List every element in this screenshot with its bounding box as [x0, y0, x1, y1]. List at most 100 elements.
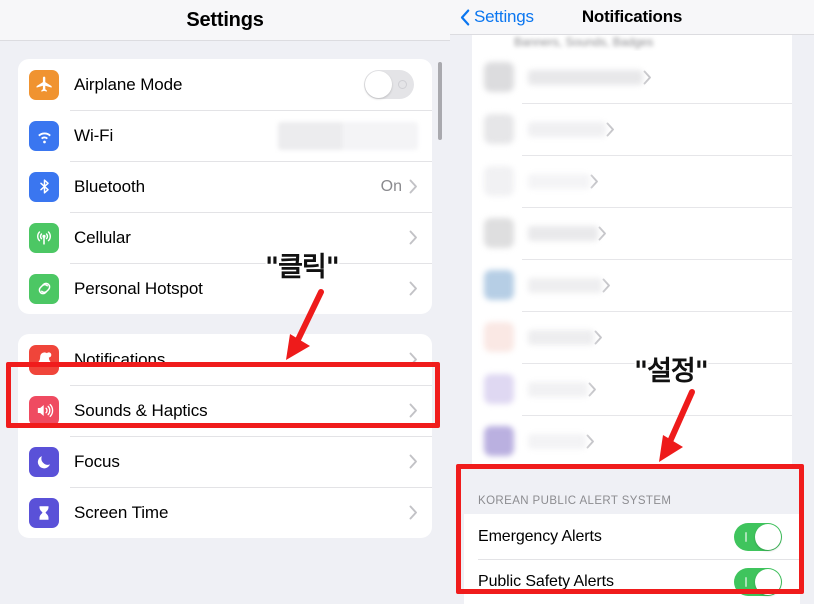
- right-body: Banners, Sounds, Badges: [450, 35, 814, 467]
- app-label-redacted: [528, 173, 590, 189]
- app-icon-redacted: [484, 218, 514, 248]
- chevron-right-icon: [598, 226, 607, 241]
- korean-public-alert-section: KOREAN PUBLIC ALERT SYSTEM Emergency Ale…: [464, 483, 800, 604]
- emergency-alerts-row[interactable]: Emergency Alerts: [464, 514, 800, 559]
- list-item[interactable]: [472, 259, 792, 311]
- chevron-right-icon: [590, 174, 599, 189]
- sidebar-item-notifications[interactable]: Notifications: [18, 334, 432, 385]
- vertical-scrollbar[interactable]: [438, 62, 442, 140]
- sidebar-item-label: Airplane Mode: [74, 74, 183, 94]
- hotspot-icon: [29, 273, 59, 304]
- list-item[interactable]: [472, 155, 792, 207]
- app-icon-redacted: [484, 374, 514, 404]
- toggle-bar: [745, 576, 747, 587]
- airplane-icon: [29, 69, 59, 100]
- speaker-icon: [29, 395, 59, 426]
- settings-list-pane: Settings Airplane Mode Wi-Fi Bluetooth O…: [0, 0, 450, 604]
- left-header: Settings: [0, 0, 450, 41]
- cellular-icon: [29, 222, 59, 253]
- sidebar-item-label: Focus: [74, 451, 120, 471]
- toggle-knob: [755, 523, 781, 550]
- app-icon-redacted: [484, 322, 514, 352]
- notifications-detail-pane: Settings Notifications Banners, Sounds, …: [450, 0, 814, 604]
- sidebar-item-label: Bluetooth: [74, 176, 145, 196]
- list-item[interactable]: [472, 415, 792, 467]
- sidebar-item-cellular[interactable]: Cellular: [18, 212, 432, 263]
- sidebar-item-focus[interactable]: Focus: [18, 436, 432, 487]
- sidebar-item-sounds-haptics[interactable]: Sounds & Haptics: [18, 385, 432, 436]
- app-icon-redacted: [484, 166, 514, 196]
- right-header: Settings Notifications: [450, 0, 814, 35]
- app-label-redacted: [528, 225, 598, 241]
- bluetooth-icon: [29, 171, 59, 202]
- app-label-redacted: [528, 69, 643, 85]
- app-icon-redacted: [484, 114, 514, 144]
- app-icon-redacted: [484, 270, 514, 300]
- left-body: Airplane Mode Wi-Fi Bluetooth On Cellula…: [0, 41, 450, 538]
- list-item[interactable]: [472, 207, 792, 259]
- public-safety-alerts-row[interactable]: Public Safety Alerts: [464, 559, 800, 604]
- toggle-ring: [398, 80, 407, 89]
- sidebar-item-label: Personal Hotspot: [74, 278, 203, 298]
- chevron-right-icon: [594, 330, 603, 345]
- app-icon-redacted: [484, 62, 514, 92]
- sidebar-item-personal-hotspot[interactable]: Personal Hotspot: [18, 263, 432, 314]
- app-label-redacted: [528, 277, 602, 293]
- sidebar-item-label: Screen Time: [74, 502, 169, 522]
- list-item[interactable]: [472, 103, 792, 155]
- section-header: KOREAN PUBLIC ALERT SYSTEM: [478, 495, 672, 507]
- chevron-right-icon: [409, 281, 418, 296]
- chevron-right-icon: [606, 122, 615, 137]
- chevron-left-icon: [460, 9, 470, 26]
- cut-off-subtitle: Banners, Sounds, Badges: [514, 35, 654, 49]
- back-button-label: Settings: [474, 7, 534, 26]
- sidebar-item-screen-time[interactable]: Screen Time: [18, 487, 432, 538]
- annotation-click-label: "클릭": [263, 250, 342, 285]
- chevron-right-icon: [409, 454, 418, 469]
- app-label-redacted: [528, 381, 588, 397]
- app-icon-redacted: [484, 426, 514, 456]
- airplane-mode-toggle[interactable]: [364, 70, 414, 99]
- settings-group-connectivity: Airplane Mode Wi-Fi Bluetooth On Cellula…: [18, 59, 432, 314]
- public-safety-alerts-toggle[interactable]: [734, 567, 782, 596]
- emergency-alerts-label: Emergency Alerts: [478, 527, 602, 545]
- wifi-icon: [29, 120, 59, 151]
- toggle-knob: [755, 568, 781, 595]
- sidebar-item-wifi[interactable]: Wi-Fi: [18, 110, 432, 161]
- chevron-right-icon: [602, 278, 611, 293]
- chevron-right-icon: [588, 382, 597, 397]
- app-label-redacted: [528, 121, 606, 137]
- annotation-settings-label: "설정": [632, 354, 711, 389]
- hourglass-icon: [29, 497, 59, 528]
- bluetooth-status-value: On: [380, 177, 402, 195]
- screenshot-root: Settings Airplane Mode Wi-Fi Bluetooth O…: [0, 0, 814, 604]
- sidebar-item-label: Cellular: [74, 227, 131, 247]
- settings-group-system: Notifications Sounds & Haptics Focus Scr…: [18, 334, 432, 538]
- redacted-wifi-value: [278, 121, 418, 150]
- sidebar-item-airplane-mode[interactable]: Airplane Mode: [18, 59, 432, 110]
- chevron-right-icon: [586, 434, 595, 449]
- list-item[interactable]: [472, 363, 792, 415]
- chevron-right-icon: [409, 230, 418, 245]
- list-item[interactable]: [472, 311, 792, 363]
- app-label-redacted: [528, 433, 586, 449]
- chevron-right-icon: [409, 352, 418, 367]
- sidebar-item-label: Sounds & Haptics: [74, 400, 208, 420]
- chevron-right-icon: [409, 403, 418, 418]
- page-title: Settings: [186, 8, 264, 31]
- sidebar-item-bluetooth[interactable]: Bluetooth On: [18, 161, 432, 212]
- emergency-alerts-toggle[interactable]: [734, 522, 782, 551]
- public-safety-alerts-label: Public Safety Alerts: [478, 572, 614, 590]
- chevron-right-icon: [409, 179, 418, 194]
- sidebar-item-label: Wi-Fi: [74, 125, 114, 145]
- back-button[interactable]: Settings: [460, 7, 534, 27]
- list-item[interactable]: [472, 51, 792, 103]
- toggle-knob: [365, 71, 392, 98]
- moon-icon: [29, 446, 59, 477]
- app-label-redacted: [528, 329, 594, 345]
- bell-icon: [29, 344, 59, 375]
- chevron-right-icon: [643, 70, 652, 85]
- cut-off-row: Banners, Sounds, Badges: [472, 35, 792, 51]
- alert-rows: Emergency Alerts Public Safety Alerts: [464, 514, 800, 604]
- toggle-bar: [745, 531, 747, 542]
